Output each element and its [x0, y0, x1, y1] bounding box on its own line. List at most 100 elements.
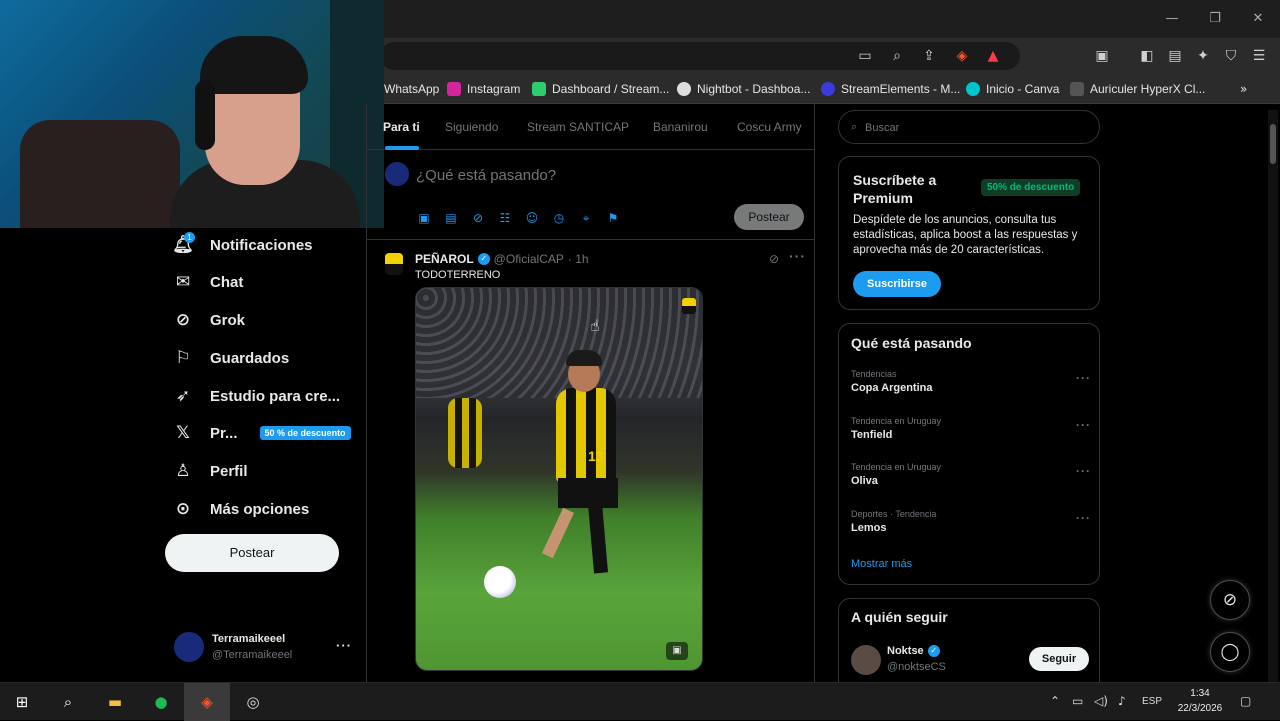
notification-count-badge: 1	[184, 232, 195, 243]
trend-more-icon[interactable]: ···	[1076, 464, 1091, 478]
hyperx-icon	[1070, 82, 1084, 96]
vpn-icon[interactable]: ⛉	[1221, 46, 1241, 66]
sidebar-toggle-icon[interactable]: ◧	[1137, 46, 1157, 66]
sidebar-post-button[interactable]: Postear	[165, 534, 339, 572]
bookmark-canva[interactable]: Inicio - Canva	[966, 81, 1059, 97]
trend-item[interactable]: Deportes · Tendencia Lemos ···	[851, 509, 1091, 545]
avatar[interactable]	[851, 645, 881, 675]
poll-icon[interactable]: ☷	[497, 210, 513, 226]
penarol-crest-icon[interactable]	[385, 253, 403, 275]
tweet-author-handle[interactable]: @OficialCAP	[494, 252, 564, 266]
search-icon[interactable]: ⌕	[55, 689, 81, 715]
bookmark-label: WhatsApp	[384, 82, 440, 96]
bookmark-whatsapp[interactable]: WhatsApp	[384, 81, 439, 97]
tweet-image[interactable]: 13 ▣	[415, 287, 703, 671]
chat-floating-icon[interactable]: ◯	[1210, 632, 1250, 672]
grok-icon[interactable]: ⊘	[470, 210, 486, 226]
minimize-button[interactable]: —	[1160, 8, 1184, 30]
scrollbar-thumb[interactable]	[1270, 124, 1276, 164]
volume-icon[interactable]: ◁)	[1094, 694, 1108, 708]
image-icon[interactable]: ▣	[416, 210, 432, 226]
tab-siguiendo[interactable]: Siguiendo	[445, 120, 498, 134]
notifications-icon[interactable]: ▢	[1240, 694, 1251, 708]
compose-input[interactable]: ¿Qué está pasando?	[416, 167, 556, 184]
trend-item[interactable]: Tendencias Copa Argentina ···	[851, 369, 1091, 405]
search-input[interactable]: ⌕ Buscar	[838, 110, 1100, 144]
clock[interactable]: 1:34 22/3/2026	[1170, 686, 1230, 716]
nav-mas-opciones[interactable]: ⊙ Más opciones	[172, 494, 309, 524]
grok-icon[interactable]: ⊘	[769, 252, 779, 266]
tab-para-ti[interactable]: Para ti	[383, 120, 420, 134]
trend-item[interactable]: Tendencia en Uruguay Tenfield ···	[851, 416, 1091, 452]
bookmarks-overflow-icon[interactable]: »	[1240, 81, 1247, 97]
bookmark-label: Dashboard / Stream...	[552, 82, 670, 96]
schedule-icon[interactable]: ◷	[551, 210, 567, 226]
spotify-icon[interactable]: ●	[148, 689, 174, 715]
subscribe-button[interactable]: Suscribirse	[853, 271, 941, 297]
brave-browser-icon[interactable]: ◈	[194, 689, 220, 715]
scrollbar[interactable]	[1268, 110, 1278, 682]
flag-icon[interactable]: ⚑	[605, 210, 621, 226]
tray-expand-icon[interactable]: ⌃	[1050, 694, 1060, 708]
trend-more-icon[interactable]: ···	[1076, 418, 1091, 432]
nav-guardados[interactable]: ⚐ Guardados	[172, 343, 289, 373]
grok-floating-icon[interactable]: ⊘	[1210, 580, 1250, 620]
bookmark-nightbot[interactable]: Nightbot - Dashboa...	[677, 81, 810, 97]
bookmark-dashboard[interactable]: Dashboard / Stream...	[532, 81, 669, 97]
leo-ai-icon[interactable]: ✦	[1193, 46, 1213, 66]
tab-stream-santicap[interactable]: Stream SANTICAP	[527, 120, 629, 134]
jersey-number: 13	[588, 448, 604, 464]
compose-post-button[interactable]: Postear	[734, 204, 804, 230]
rocket-icon: ➶	[175, 386, 191, 406]
tweet-more-icon[interactable]: ···	[789, 248, 806, 264]
nav-perfil[interactable]: ♙ Perfil	[172, 456, 247, 486]
bookmark-streamelements[interactable]: StreamElements - M...	[821, 81, 960, 97]
close-button[interactable]: ✕	[1246, 8, 1270, 30]
nav-label: Grok	[210, 311, 246, 329]
follow-suggestion-name[interactable]: Noktse ✓	[887, 645, 940, 657]
trend-more-icon[interactable]: ···	[1076, 371, 1091, 385]
trends-card: Qué está pasando Tendencias Copa Argenti…	[838, 323, 1100, 585]
search-icon: ⌕	[851, 120, 858, 133]
brave-shields-icon[interactable]: ◈	[952, 46, 972, 66]
brave-rewards-icon[interactable]: ▲	[983, 46, 1003, 66]
network-icon[interactable]: ▭	[1072, 694, 1083, 708]
trend-item[interactable]: Tendencia en Uruguay Oliva ···	[851, 462, 1091, 498]
bookmark-instagram[interactable]: Instagram	[447, 81, 520, 97]
location-icon[interactable]: ⌖	[578, 210, 594, 226]
microphone-icon[interactable]: ♪	[1118, 694, 1126, 708]
avatar	[385, 162, 409, 186]
tab-coscu-army[interactable]: Coscu Army	[737, 120, 802, 134]
account-more-icon[interactable]: ···	[336, 638, 352, 653]
menu-icon[interactable]: ☰	[1249, 46, 1269, 66]
gif-icon[interactable]: ▤	[443, 210, 459, 226]
image-options-icon[interactable]: ▣	[666, 642, 688, 660]
screen-cast-icon[interactable]: ▭	[855, 46, 875, 66]
follow-button[interactable]: Seguir	[1029, 647, 1089, 671]
windows-start-icon[interactable]: ⊞	[9, 689, 35, 715]
tab-bananirou[interactable]: Bananirou	[653, 120, 708, 134]
account-switcher[interactable]: Terramaikeeel @Terramaikeeel ···	[174, 630, 354, 666]
tweet-time[interactable]: · 1h	[568, 252, 589, 266]
who-to-follow-card: A quién seguir Noktse ✓ @noktseCS Seguir	[838, 598, 1100, 688]
restore-button[interactable]: ❐	[1203, 8, 1227, 30]
share-icon[interactable]: ⇪	[919, 46, 939, 66]
file-explorer-icon[interactable]: ▬	[102, 689, 128, 715]
language-indicator[interactable]: ESP	[1142, 696, 1162, 707]
reading-list-icon[interactable]: ▣	[1092, 46, 1112, 66]
tweet[interactable]: PEÑAROL ✓ @OficialCAP · 1h ⊘ ··· TODOTER…	[367, 241, 814, 682]
emoji-icon[interactable]: ☺	[524, 210, 540, 226]
show-more-link[interactable]: Mostrar más	[851, 558, 912, 570]
nav-chat[interactable]: ✉ Chat	[172, 267, 243, 297]
trend-more-icon[interactable]: ···	[1076, 511, 1091, 525]
nav-premium[interactable]: 𝕏 Pr... 50 % de descuento	[172, 418, 351, 448]
zoom-icon[interactable]: ⌕	[887, 46, 907, 66]
nav-estudio[interactable]: ➶ Estudio para cre...	[172, 381, 340, 411]
tweet-author-name[interactable]: PEÑAROL	[415, 252, 474, 266]
bookmark-hyperx[interactable]: Auriculer HyperX Cl...	[1070, 81, 1205, 97]
person-icon: ♙	[175, 461, 191, 481]
trend-context: Tendencias	[851, 369, 897, 379]
wallet-icon[interactable]: ▤	[1165, 46, 1185, 66]
nav-grok[interactable]: ⊘ Grok	[172, 305, 245, 335]
obs-icon[interactable]: ◎	[240, 689, 266, 715]
